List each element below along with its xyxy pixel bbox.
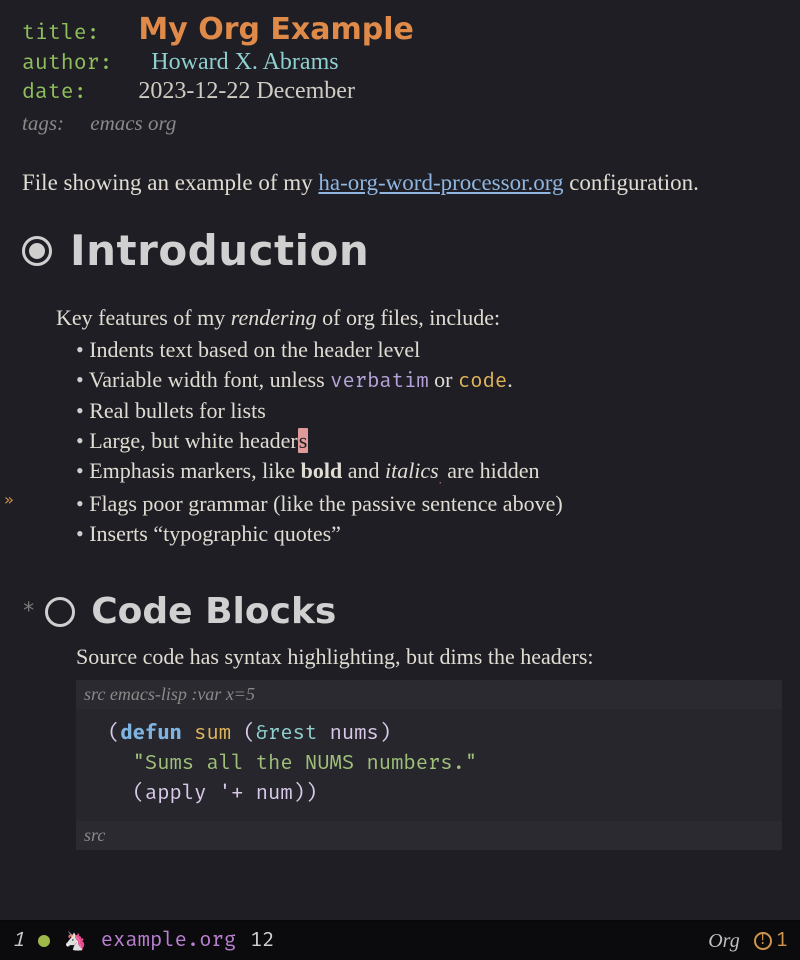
config-link[interactable]: ha-org-word-processor.org [318,170,563,195]
heading-1-text: Introduction [70,226,369,275]
modeline-warning-count: 1 [776,929,788,953]
meta-key-title: title: [22,21,100,46]
list-item: Emphasis markers, like bold and italics.… [76,458,782,487]
list-item: Large, but white headers [76,428,782,454]
feature-list: Indents text based on the header level V… [76,337,782,547]
modeline-filename[interactable]: example.org [101,929,236,953]
list-item: Indents text based on the header level [76,337,782,363]
heading-bullet-icon [45,597,75,627]
source-block-header: src emacs-lisp :var x=5 [76,680,782,709]
list-item: Variable width font, unless verbatim or … [76,367,782,394]
meta-title-line: title: My Org Example [22,12,782,47]
meta-tags-line: tags: emacs org [22,111,782,136]
meta-tags-value: emacs org [90,111,176,135]
cursor: s [298,428,309,453]
fringe-indicator-icon: » [4,490,14,509]
meta-key-date: date: [22,80,87,105]
meta-date-line: date: 2023-12-22 December [22,78,782,105]
heading-bullet-icon [22,236,52,266]
warning-icon: ! [754,932,772,950]
list-item: Flags poor grammar (like the passive sen… [76,491,782,517]
source-block-body[interactable]: (defun sum (&rest nums) "Sums all the NU… [76,709,782,821]
modeline[interactable]: 1 🦄 example.org 12 Org ! 1 [0,920,800,960]
source-block: src emacs-lisp :var x=5 (defun sum (&res… [76,680,782,850]
modeline-position: 12 [250,929,275,953]
meta-author-line: author: Howard X. Abrams [22,49,782,76]
list-item: Inserts “typographic quotes” [76,521,782,547]
meta-author-value: Howard X. Abrams [151,49,338,75]
heading-2-text: Code Blocks [91,591,336,632]
intro-body-lead: Key features of my rendering of org file… [56,305,782,331]
src-intro-paragraph: Source code has syntax highlighting, but… [76,644,782,670]
meta-title-value: My Org Example [138,12,414,47]
source-block-footer: src [76,821,782,850]
modeline-major-mode[interactable]: Org [708,930,739,953]
heading-2-code-blocks[interactable]: * Code Blocks [22,591,782,632]
list-item: Real bullets for lists [76,398,782,424]
meta-key-tags: tags: [22,111,64,135]
meta-key-author: author: [22,51,112,76]
heading-star-icon: * [22,599,35,624]
unicorn-icon: 🦄 [64,930,86,953]
heading-1-introduction[interactable]: Introduction [22,226,782,275]
modeline-flycheck[interactable]: ! 1 [754,929,788,953]
modified-indicator-icon [38,935,50,947]
meta-date-value: 2023-12-22 December [138,78,355,104]
editor-buffer[interactable]: title: My Org Example author: Howard X. … [0,0,800,920]
intro-paragraph: File showing an example of my ha-org-wor… [22,170,782,196]
modeline-window-number: 1 [12,929,24,953]
